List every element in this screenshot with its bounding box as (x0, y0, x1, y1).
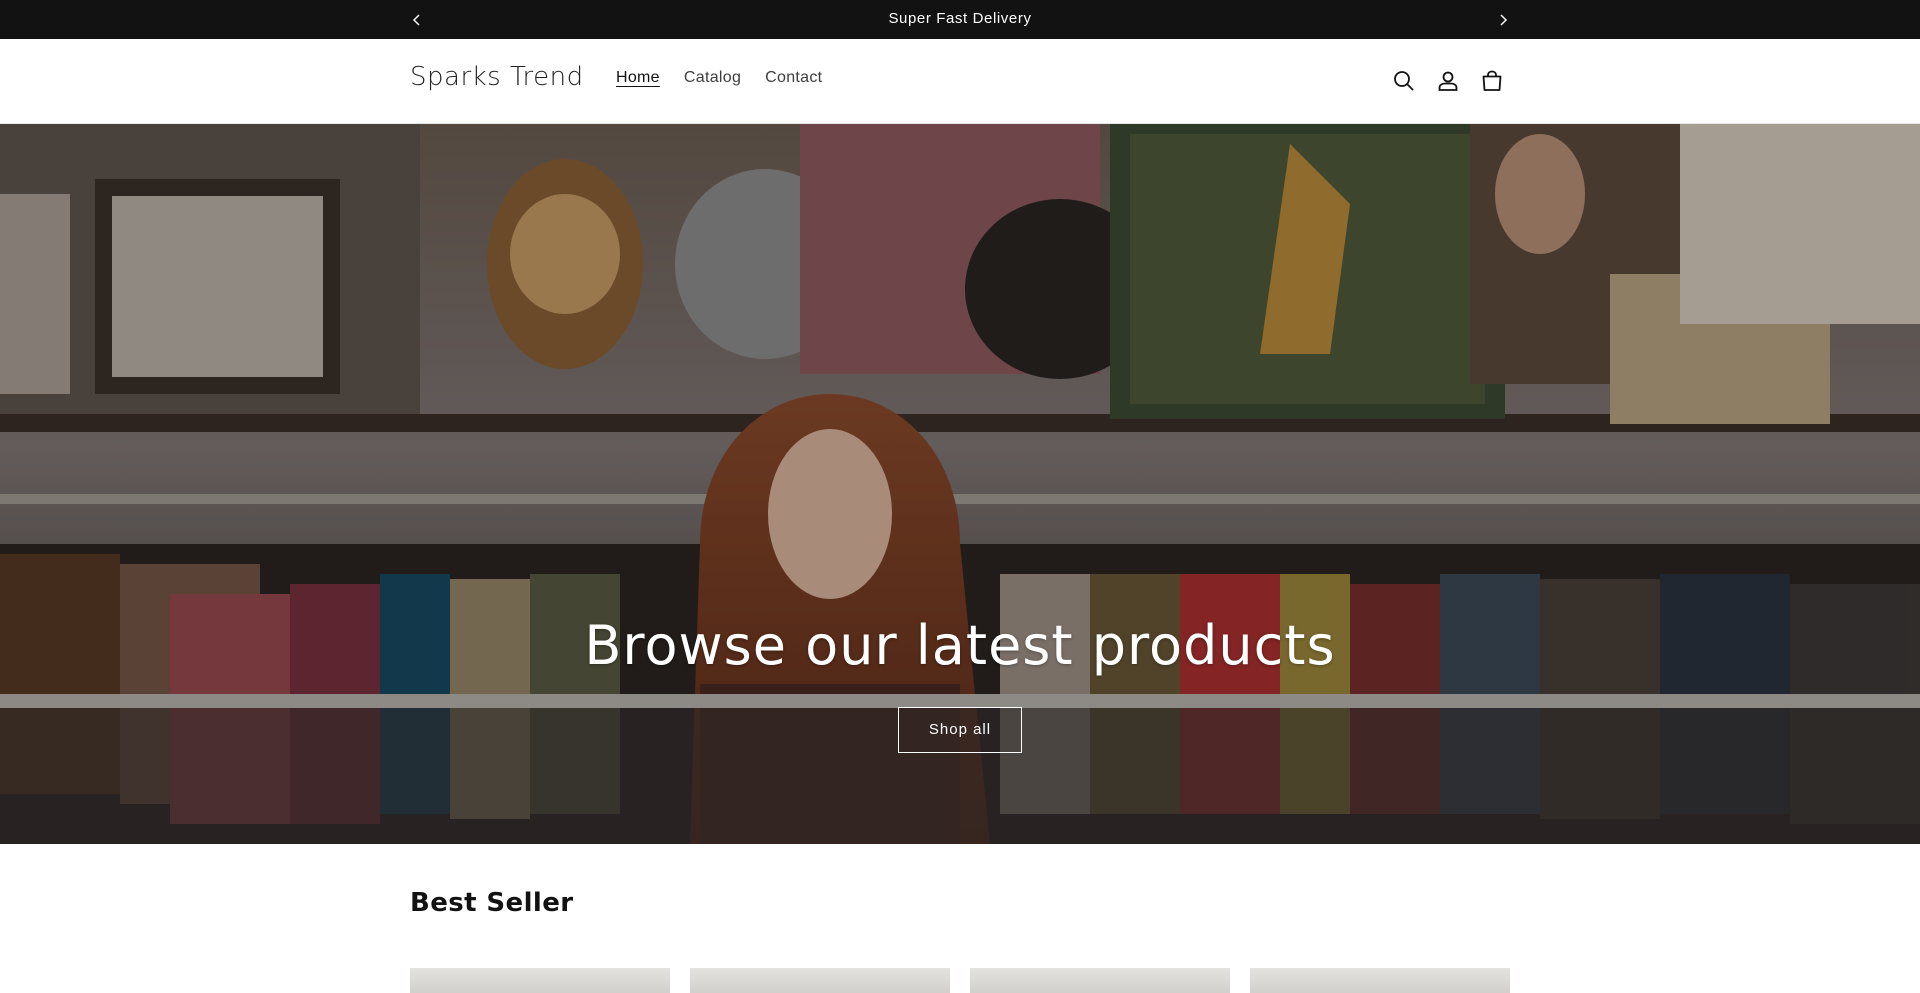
cart-icon (1482, 70, 1502, 91)
site-logo[interactable]: Sparks Trend (410, 62, 584, 92)
hero-title: Browse our latest products (584, 614, 1336, 677)
cart-button[interactable] (1470, 59, 1514, 103)
nav-link-contact[interactable]: Contact (753, 69, 834, 87)
header-icons (1382, 59, 1514, 103)
shop-all-button[interactable]: Shop all (898, 707, 1022, 753)
site-header: Sparks Trend Home Catalog Contact (0, 39, 1920, 124)
search-icon (1394, 71, 1414, 91)
announcement-message: Super Fast Delivery (888, 10, 1032, 27)
best-seller-title: Best Seller (410, 888, 574, 918)
product-card[interactable] (690, 968, 950, 993)
nav-link-home[interactable]: Home (604, 69, 672, 87)
main-nav: Home Catalog Contact (604, 69, 834, 87)
product-card[interactable] (410, 968, 670, 993)
product-card[interactable] (1250, 968, 1510, 993)
announcement-bar: Super Fast Delivery (0, 0, 1920, 39)
announcement-next-button[interactable] (1483, 0, 1522, 39)
account-icon (1438, 71, 1458, 91)
search-button[interactable] (1382, 59, 1426, 103)
hero-banner: Browse our latest products Shop all (0, 124, 1920, 844)
account-button[interactable] (1426, 59, 1470, 103)
product-grid (410, 968, 1510, 993)
product-card[interactable] (970, 968, 1230, 993)
chevron-right-icon (1499, 13, 1507, 26)
nav-link-catalog[interactable]: Catalog (672, 69, 753, 87)
